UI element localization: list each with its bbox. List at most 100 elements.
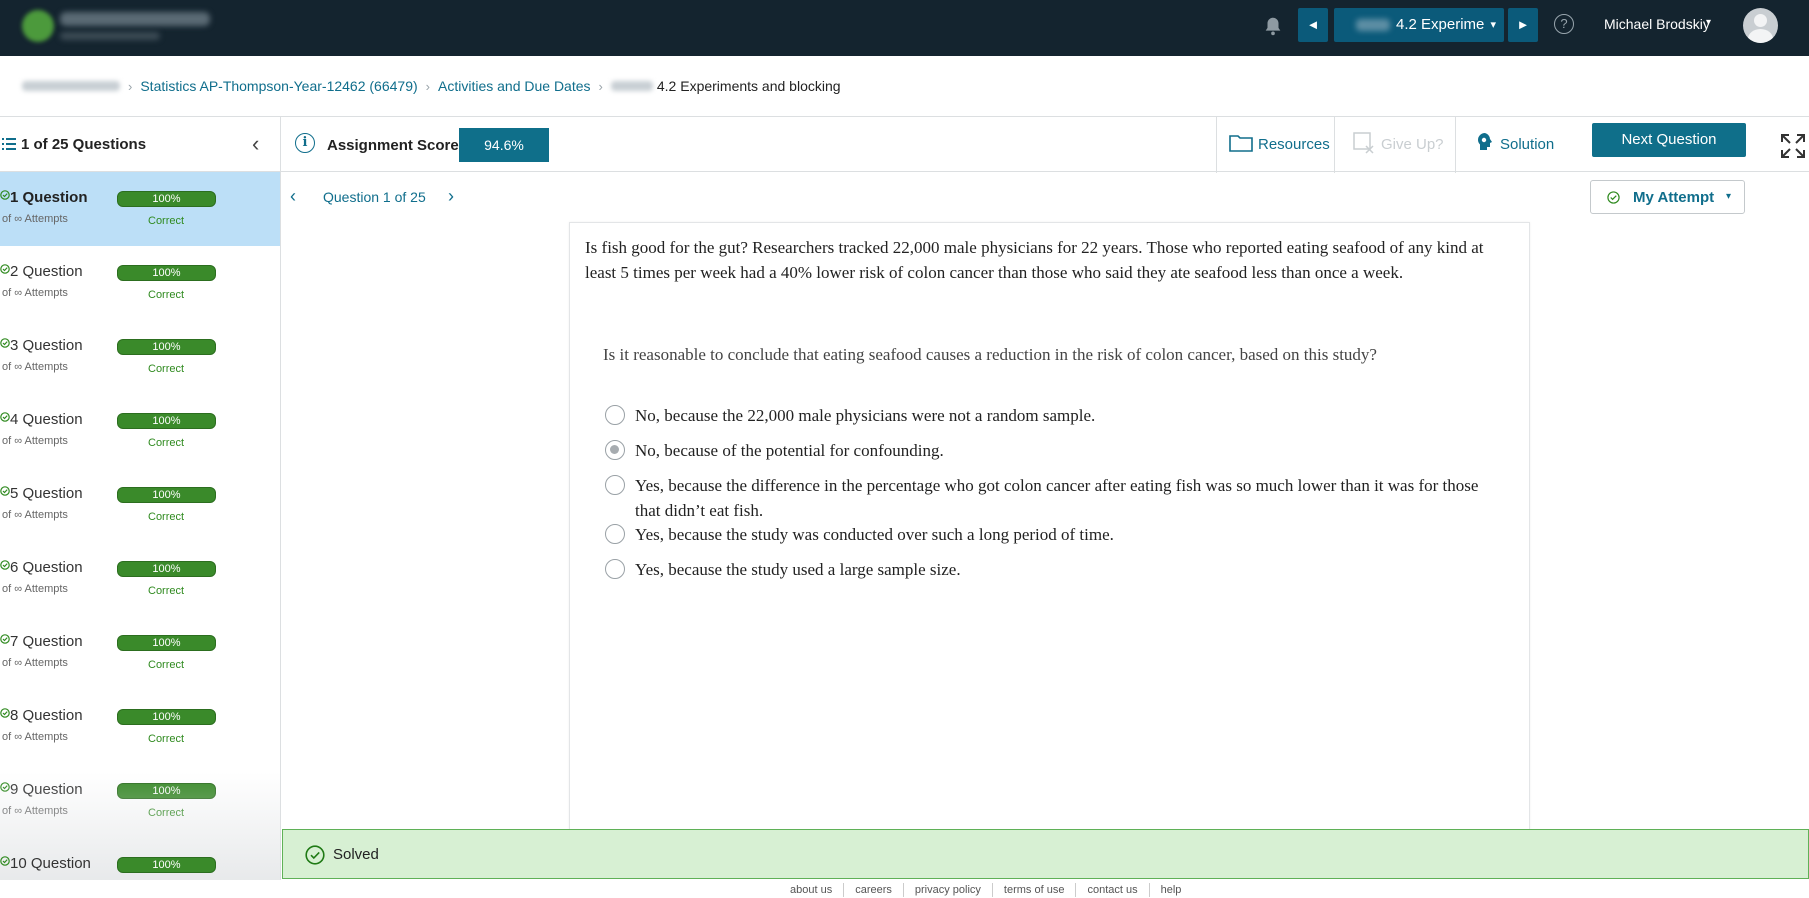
resources-button[interactable]: Resources — [1216, 117, 1334, 173]
answer-option[interactable]: No, because the 22,000 male physicians w… — [605, 403, 1495, 428]
attempts-label: of ∞ Attempts — [2, 435, 68, 447]
attempts-label: of ∞ Attempts — [2, 509, 68, 521]
user-menu[interactable]: Michael Brodskiy — [1604, 16, 1710, 32]
breadcrumb-section-link[interactable]: Activities and Due Dates — [438, 78, 591, 94]
info-icon[interactable]: i — [295, 133, 315, 153]
next-question-arrow[interactable]: › — [448, 186, 454, 207]
answer-option[interactable]: Yes, because the study used a large samp… — [605, 557, 1495, 582]
check-circle-icon — [0, 782, 10, 792]
answer-option-text: Yes, because the study used a large samp… — [635, 560, 961, 579]
footer-link-contact[interactable]: contact us — [1076, 883, 1150, 897]
help-icon[interactable]: ? — [1554, 14, 1574, 34]
question-list-item[interactable]: 5 Question of ∞ Attempts 100% Correct — [0, 468, 280, 542]
question-card: Is fish good for the gut? Researchers tr… — [569, 222, 1530, 830]
user-menu-caret-icon[interactable]: ▾ — [1706, 17, 1711, 28]
answer-option[interactable]: Yes, because the difference in the perce… — [605, 473, 1495, 523]
status-label: Correct — [148, 437, 185, 449]
footer-link-careers[interactable]: careers — [844, 883, 904, 897]
check-circle-icon — [0, 190, 10, 200]
radio-button[interactable] — [605, 405, 625, 425]
give-up-label: Give Up? — [1381, 136, 1444, 153]
question-list-item[interactable]: 3 Question of ∞ Attempts 100% Correct — [0, 320, 280, 394]
attempts-label: of ∞ Attempts — [2, 361, 68, 373]
check-circle-icon — [0, 856, 10, 866]
answer-option[interactable]: No, because of the potential for confoun… — [605, 438, 1495, 463]
score-bar: 100% — [117, 339, 216, 355]
breadcrumb-separator: › — [598, 78, 603, 94]
check-circle-icon — [0, 486, 10, 496]
solved-label: Solved — [333, 846, 379, 863]
attempts-label: of ∞ Attempts — [2, 287, 68, 299]
previous-question-button[interactable]: ‹ — [290, 186, 296, 207]
avatar[interactable] — [1743, 8, 1778, 43]
status-label: Correct — [148, 585, 185, 597]
score-bar: 100% — [117, 265, 216, 281]
radio-button-selected[interactable] — [605, 440, 625, 460]
question-list-item[interactable]: 6 Question of ∞ Attempts 100% Correct — [0, 542, 280, 616]
question-count-label: 1 of 25 Questions — [21, 136, 147, 153]
breadcrumb-separator: › — [425, 78, 430, 94]
footer-link-about[interactable]: about us — [779, 883, 845, 897]
question-list-item[interactable]: 2 Question of ∞ Attempts 100% Correct — [0, 246, 280, 320]
check-circle-icon — [0, 264, 10, 274]
brand-logo[interactable] — [16, 6, 216, 46]
check-circle-icon — [0, 338, 10, 348]
answer-option-text: No, because the 22,000 male physicians w… — [635, 406, 1096, 425]
footer-link-help[interactable]: help — [1150, 883, 1193, 897]
attempts-label: of ∞ Attempts — [2, 657, 68, 669]
next-assignment-button[interactable]: ► — [1508, 8, 1538, 42]
attempts-label: of ∞ Attempts — [2, 805, 68, 817]
answer-option[interactable]: Yes, because the study was conducted ove… — [605, 522, 1495, 547]
assignment-prefix-redacted — [1356, 19, 1390, 31]
question-list-item[interactable]: 4 Question of ∞ Attempts 100% Correct — [0, 394, 280, 468]
question-list-item[interactable]: 8 Question of ∞ Attempts 100% Correct — [0, 690, 280, 764]
collapse-sidebar-button[interactable]: ‹ — [252, 131, 259, 157]
footer-link-privacy[interactable]: privacy policy — [904, 883, 993, 897]
prev-assignment-button[interactable]: ◄ — [1298, 8, 1328, 42]
solution-button[interactable]: Solution — [1455, 117, 1574, 173]
question-name: 3 Question — [10, 337, 83, 354]
check-circle-icon — [0, 708, 10, 718]
question-stem: Is fish good for the gut? Researchers tr… — [585, 238, 1484, 282]
breadcrumb-separator: › — [128, 78, 133, 94]
question-list-header: 1 of 25 Questions ‹ — [0, 117, 281, 173]
expand-icon[interactable] — [1780, 133, 1806, 159]
avatar-head — [1754, 14, 1767, 27]
give-up-icon — [1353, 132, 1374, 154]
question-name: 6 Question — [10, 559, 83, 576]
breadcrumb-home-redacted[interactable] — [22, 81, 120, 91]
question-prompt: Is it reasonable to conclude that eating… — [603, 345, 1377, 364]
status-label: Correct — [148, 363, 185, 375]
my-attempt-dropdown[interactable]: My Attempt ▾ — [1590, 180, 1745, 214]
footer-link-terms[interactable]: terms of use — [993, 883, 1077, 897]
solution-label: Solution — [1500, 136, 1555, 153]
bell-icon[interactable] — [1262, 14, 1284, 38]
assignment-select-label: 4.2 Experime — [1396, 16, 1485, 33]
radio-button[interactable] — [605, 524, 625, 544]
lightbulb-head-icon — [1478, 133, 1492, 150]
question-sidebar: 1 Question of ∞ Attempts 100% Correct 2 … — [0, 172, 281, 898]
score-bar: 100% — [117, 857, 216, 873]
score-bar: 100% — [117, 635, 216, 651]
folder-icon — [1229, 135, 1253, 152]
top-bar: ◄ 4.2 Experime ▾ ► ? Michael Brodskiy ▾ — [0, 0, 1809, 56]
question-list-item[interactable]: 9 Question of ∞ Attempts 100% Correct — [0, 764, 280, 838]
assignment-select[interactable]: 4.2 Experime ▾ — [1334, 8, 1504, 42]
give-up-button[interactable]: Give Up? — [1334, 117, 1455, 173]
breadcrumb-course-link[interactable]: Statistics AP-Thompson-Year-12462 (66479… — [140, 78, 417, 94]
radio-button[interactable] — [605, 559, 625, 579]
score-bar: 100% — [117, 709, 216, 725]
chevron-down-icon: ▾ — [1490, 19, 1496, 31]
status-label: Correct — [148, 215, 185, 227]
question-list-item[interactable]: 1 Question of ∞ Attempts 100% Correct — [0, 172, 280, 246]
check-circle-icon — [305, 845, 325, 865]
avatar-body — [1748, 29, 1773, 43]
score-bar: 100% — [117, 413, 216, 429]
answer-option-text: Yes, because the difference in the perce… — [635, 476, 1479, 520]
score-bar: 100% — [117, 487, 216, 503]
question-list-item[interactable]: 7 Question of ∞ Attempts 100% Correct — [0, 616, 280, 690]
status-label: Correct — [148, 289, 185, 301]
next-question-button[interactable]: Next Question — [1592, 123, 1746, 157]
assignment-toolbar: 1 of 25 Questions ‹ i Assignment Score: … — [0, 116, 1809, 173]
radio-button[interactable] — [605, 475, 625, 495]
